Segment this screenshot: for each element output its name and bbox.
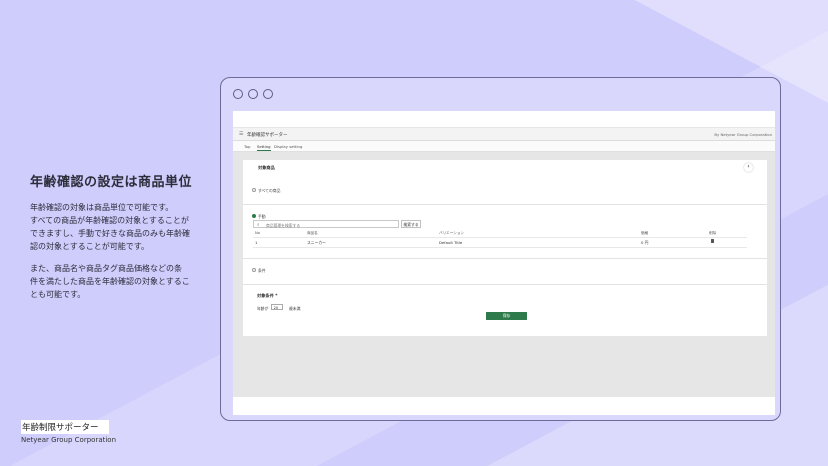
panel-title: 対象商品 (258, 165, 275, 170)
table-row-divider (253, 247, 747, 248)
condition-label: 年齢が (257, 305, 269, 311)
condition-unit: 歳未満 (289, 305, 301, 311)
condition-title: 対象条件 * (257, 293, 278, 298)
screen-bottom-band (233, 397, 775, 415)
tab-bar: Top Setting Display setting (233, 141, 775, 152)
target-products-panel: 対象商品 ‹ すべての商品 手動 ⌕ 商品管理を検索する 検索する No 商品名… (243, 160, 767, 336)
slide-line: とも可能です。 (30, 290, 86, 299)
slide-paragraph-1: 年齢確認の対象は商品単位で可能です。 すべての商品が年齢確認の対象とすることが … (30, 201, 200, 253)
radio-label-conditional: 条件 (258, 268, 266, 273)
slide-line: 認の対象とすることが可能です。 (30, 242, 149, 251)
footer-corporation: Netyear Group Corporation (21, 436, 117, 444)
radio-all-products[interactable] (252, 188, 256, 192)
trash-icon[interactable] (711, 239, 714, 243)
save-button[interactable]: 保存 (486, 312, 527, 320)
column-header-no: No (255, 231, 260, 235)
table-cell-price: 0 円 (641, 240, 649, 245)
search-icon: ⌕ (257, 222, 260, 228)
screen-top-band (233, 111, 775, 127)
collapse-button[interactable]: ‹ (744, 163, 753, 172)
column-header-name: 商品名 (307, 231, 318, 235)
app-header: ☰ 年齢確認サポーター By Netyear Group Corporation (233, 128, 775, 141)
slide-line: また、商品名や商品タグ商品価格などの条 (30, 264, 182, 273)
footer-product-name: 年齢制限サポーター (21, 420, 109, 434)
column-header-delete: 削除 (709, 231, 717, 235)
table-row-divider (253, 237, 747, 238)
radio-conditional[interactable] (252, 268, 256, 272)
radio-label-all: すべての商品 (258, 188, 281, 193)
window-dot-icon (233, 89, 243, 99)
menu-icon[interactable]: ☰ (239, 131, 243, 137)
tab-top[interactable]: Top (244, 144, 250, 149)
browser-window: ☰ 年齢確認サポーター By Netyear Group Corporation… (220, 77, 781, 421)
search-placeholder: 商品管理を検索する (266, 222, 301, 228)
slide-line: 年齢確認の対象は商品単位で可能です。 (30, 203, 174, 212)
slide-line: できますし、手動で好きな商品のみも年齢確 (30, 229, 190, 238)
slide-heading: 年齢確認の設定は商品単位 (30, 175, 193, 190)
table-cell-name: スニーカー (307, 240, 326, 245)
column-header-variation: バリエーション (439, 231, 465, 235)
tab-display-setting[interactable]: Display setting (274, 144, 302, 149)
slide-paragraph-2: また、商品名や商品タグ商品価格などの条 件を満たした商品を年齢確認の対象とするこ… (30, 262, 200, 301)
divider (243, 204, 767, 205)
tab-setting[interactable]: Setting (257, 144, 271, 151)
window-dot-icon (263, 89, 273, 99)
product-search-input[interactable]: ⌕ 商品管理を検索する (253, 220, 399, 228)
table-cell-no: 1 (255, 240, 258, 245)
divider (243, 258, 767, 259)
slide-line: 件を満たした商品を年齢確認の対象とするこ (30, 277, 190, 286)
divider (243, 284, 767, 285)
search-button[interactable]: 検索する (401, 220, 421, 228)
radio-label-manual: 手動 (258, 213, 266, 219)
radio-manual[interactable] (252, 214, 256, 218)
app-corporation: By Netyear Group Corporation (714, 131, 772, 137)
slide-line: すべての商品が年齢確認の対象とすることが (30, 216, 189, 225)
window-dot-icon (248, 89, 258, 99)
column-header-price: 価格 (641, 231, 649, 235)
app-title: 年齢確認サポーター (247, 132, 288, 138)
table-cell-variation: Default Title (439, 240, 463, 245)
app-screen: ☰ 年齢確認サポーター By Netyear Group Corporation… (233, 111, 775, 415)
age-input[interactable]: 20 (271, 304, 283, 310)
